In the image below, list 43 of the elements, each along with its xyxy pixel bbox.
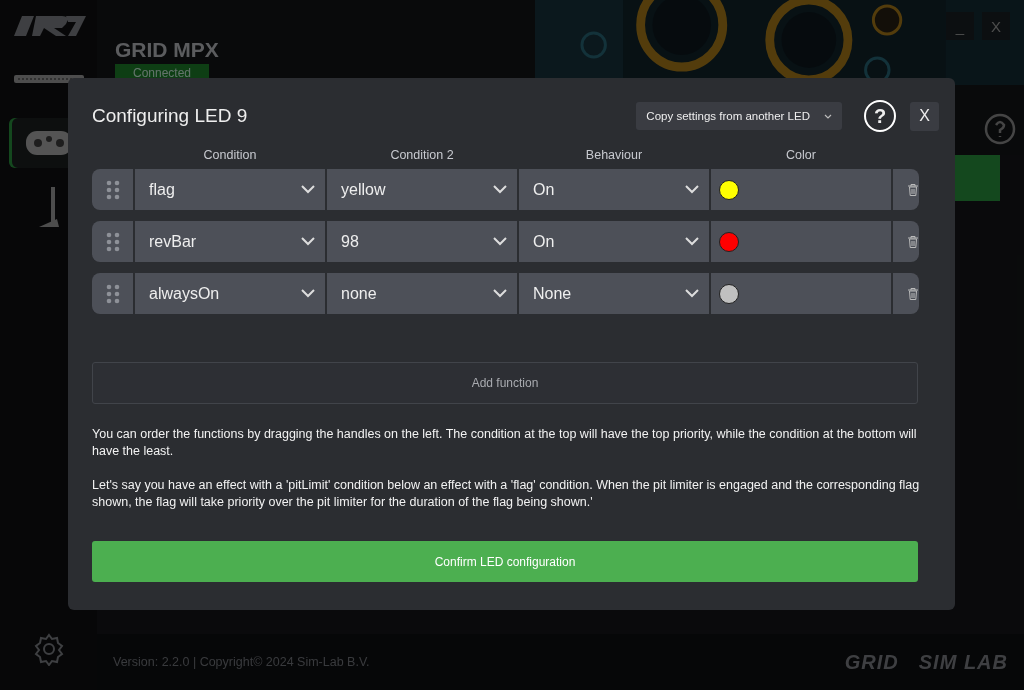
- condition-2-dropdown[interactable]: yellow: [327, 169, 517, 210]
- help-paragraph: You can order the functions by dragging the handles on the left. The condition at the top will have the top priority, while the condition at the bottom will have the least.: [92, 426, 918, 460]
- condition-2-dropdown[interactable]: none: [327, 273, 517, 314]
- chevron-down-icon: [685, 185, 699, 194]
- behaviour-dropdown[interactable]: On: [519, 221, 709, 262]
- condition-dropdown[interactable]: alwaysOn: [135, 273, 325, 314]
- close-button[interactable]: X: [910, 101, 939, 131]
- drag-handle-icon[interactable]: [105, 283, 120, 304]
- help-button[interactable]: ?: [864, 100, 896, 132]
- drag-handle-icon[interactable]: [105, 179, 120, 200]
- trash-icon[interactable]: [908, 183, 918, 196]
- chevron-down-icon: [301, 185, 315, 194]
- help-paragraph: Let's say you have an effect with a 'pitLimit' condition below an effect with a 'flag' condition. When the pit limiter is engaged and the corresponding flag shown, the flag will take priority over the pit limiter for the duration of the flag being shown.': [92, 477, 921, 511]
- color-swatch[interactable]: [719, 283, 739, 304]
- condition-2-dropdown[interactable]: 98: [327, 221, 517, 262]
- color-swatch[interactable]: [719, 179, 739, 200]
- chevron-down-icon: [301, 289, 315, 298]
- help-icon[interactable]: [984, 113, 1016, 145]
- chevron-down-icon: [493, 185, 507, 194]
- dialog-title: Configuring LED 9: [92, 105, 249, 127]
- drag-handle-icon[interactable]: [105, 231, 120, 252]
- chevron-down-icon: [301, 237, 315, 246]
- brand-logo: GRID: [844, 650, 899, 674]
- add-function-button[interactable]: Add function: [92, 362, 918, 404]
- brand-logo: SIM LAB: [918, 650, 1008, 674]
- condition-dropdown[interactable]: flag: [135, 169, 325, 210]
- column-header: Behaviour: [584, 148, 644, 162]
- chevron-down-icon: [685, 237, 699, 246]
- column-header: Condition: [202, 148, 258, 162]
- behaviour-dropdown[interactable]: On: [519, 169, 709, 210]
- trash-icon[interactable]: [908, 287, 918, 300]
- chevron-down-icon: [685, 289, 699, 298]
- chevron-down-icon: [824, 113, 832, 119]
- behaviour-dropdown[interactable]: None: [519, 273, 709, 314]
- condition-dropdown[interactable]: revBar: [135, 221, 325, 262]
- chevron-down-icon: [493, 289, 507, 298]
- chevron-down-icon: [493, 237, 507, 246]
- copy-settings-dropdown[interactable]: Copy settings from another LED: [636, 102, 842, 130]
- column-header: Color: [785, 148, 817, 162]
- device-name: GRID MPX: [115, 38, 220, 62]
- trash-icon[interactable]: [908, 235, 918, 248]
- column-header: Condition 2: [389, 148, 455, 162]
- color-swatch[interactable]: [719, 231, 739, 252]
